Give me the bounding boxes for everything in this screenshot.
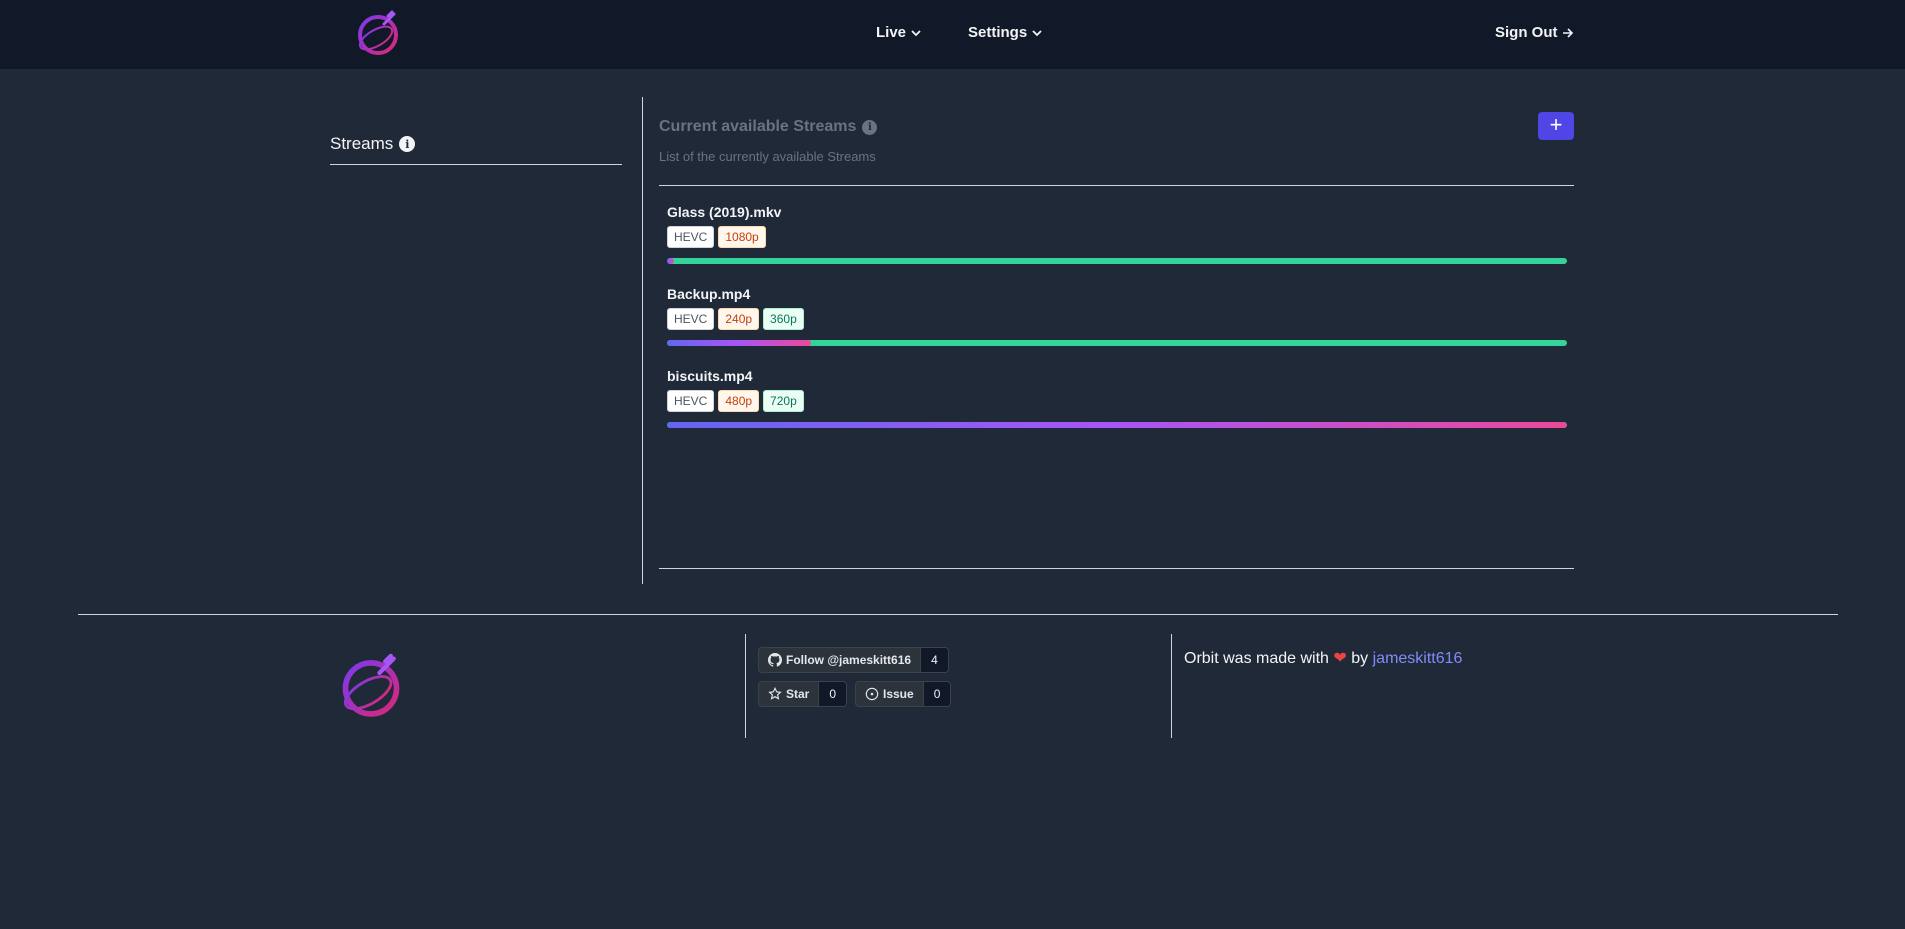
page-title: Current available Streams i — [659, 118, 878, 136]
github-star-button[interactable]: Star 0 — [758, 681, 848, 707]
chevron-down-icon — [911, 29, 921, 36]
stream-name: Backup.mp4 — [667, 286, 751, 302]
footer-divider — [78, 614, 1838, 615]
info-icon[interactable]: i — [399, 136, 416, 152]
author-link[interactable]: jameskitt616 — [1373, 650, 1463, 667]
nav-settings-dropdown[interactable]: Settings — [968, 24, 1043, 41]
nav-live-label: Live — [876, 24, 907, 41]
stream-item[interactable]: Glass (2019).mkv HEVC 1080p — [667, 204, 1567, 264]
page-subtitle: List of the currently available Streams — [659, 149, 876, 164]
nav-live-dropdown[interactable]: Live — [876, 24, 922, 41]
resolution-badge: 1080p — [718, 226, 766, 248]
sign-out-label: Sign Out — [1495, 24, 1558, 41]
nav-settings-label: Settings — [968, 24, 1028, 41]
footer-credit: Orbit was made with ❤ by jameskitt616 — [1184, 648, 1462, 668]
orbit-logo-icon[interactable] — [354, 10, 402, 58]
codec-badge: HEVC — [667, 226, 715, 248]
arrow-right-icon — [1562, 27, 1573, 38]
codec-badge: HEVC — [667, 390, 715, 412]
add-stream-button[interactable]: + — [1538, 112, 1574, 140]
header-divider — [659, 185, 1574, 186]
github-icon — [768, 653, 782, 667]
follow-count: 4 — [921, 647, 949, 673]
stream-name: Glass (2019).mkv — [667, 204, 782, 220]
issue-label: Issue — [883, 687, 914, 701]
orbit-logo-icon — [342, 653, 400, 717]
star-icon — [768, 687, 782, 700]
codec-badge: HEVC — [667, 308, 715, 330]
info-icon[interactable]: i — [862, 119, 878, 135]
github-follow-button[interactable]: Follow @jameskitt616 4 — [758, 647, 949, 673]
follow-label: Follow @jameskitt616 — [786, 653, 912, 667]
star-label: Star — [786, 687, 810, 701]
stream-progress-bar — [667, 258, 1567, 264]
star-count: 0 — [819, 681, 848, 707]
stream-progress-bar — [667, 340, 1567, 346]
resolution-badge: 360p — [763, 308, 804, 330]
stream-progress-bar — [667, 422, 1567, 428]
stream-progress-fill — [667, 340, 811, 346]
resolution-badge: 720p — [763, 390, 804, 412]
sidebar-title-label: Streams — [330, 134, 394, 153]
chevron-down-icon — [1032, 29, 1042, 36]
top-navbar: Live Settings Sign Out — [0, 0, 1905, 69]
credit-prefix: Orbit was made with — [1184, 650, 1329, 667]
stream-item[interactable]: biscuits.mp4 HEVC 480p 720p — [667, 368, 1567, 428]
footer-divider-left — [745, 634, 746, 738]
sign-out-button[interactable]: Sign Out — [1495, 24, 1574, 41]
sidebar-title: Streams i — [330, 134, 622, 165]
page-title-label: Current available Streams — [659, 118, 857, 135]
issue-count: 0 — [923, 681, 952, 707]
stream-progress-fill — [667, 422, 1567, 428]
resolution-badge: 240p — [718, 308, 760, 330]
issue-icon — [865, 687, 879, 701]
stream-name: biscuits.mp4 — [667, 368, 753, 384]
content-bottom-divider — [659, 568, 1574, 569]
footer-divider-right — [1171, 634, 1172, 738]
heart-icon: ❤ — [1333, 650, 1347, 667]
github-issue-button[interactable]: Issue 0 — [855, 681, 952, 707]
stream-progress-fill — [667, 258, 675, 264]
resolution-badge: 480p — [718, 390, 760, 412]
credit-by: by — [1351, 650, 1369, 667]
stream-item[interactable]: Backup.mp4 HEVC 240p 360p — [667, 286, 1567, 346]
sidebar-divider — [642, 97, 643, 584]
